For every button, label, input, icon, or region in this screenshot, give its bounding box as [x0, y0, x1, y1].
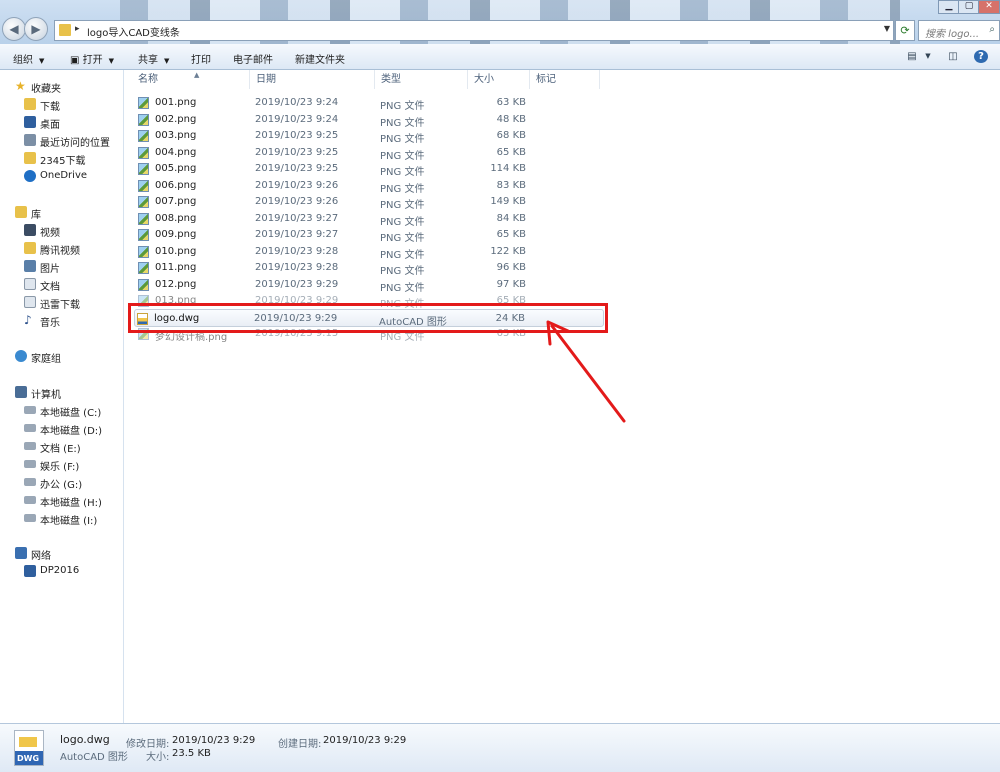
annotation-arrow: [546, 320, 626, 423]
details-pane: DWG logo.dwg AutoCAD 图形 修改日期: 2019/10/23…: [0, 723, 1000, 772]
details-file-type: AutoCAD 图形: [60, 752, 128, 763]
details-created-label: 创建日期:: [278, 739, 322, 750]
details-file-name: logo.dwg: [60, 733, 110, 746]
details-size-value: 23.5 KB: [172, 748, 211, 759]
details-size-label: 大小:: [146, 752, 170, 763]
details-created-value: 2019/10/23 9:29: [323, 735, 407, 746]
details-modified-value: 2019/10/23 9:29: [172, 735, 256, 746]
dwg-file-large-icon: DWG: [14, 730, 44, 766]
